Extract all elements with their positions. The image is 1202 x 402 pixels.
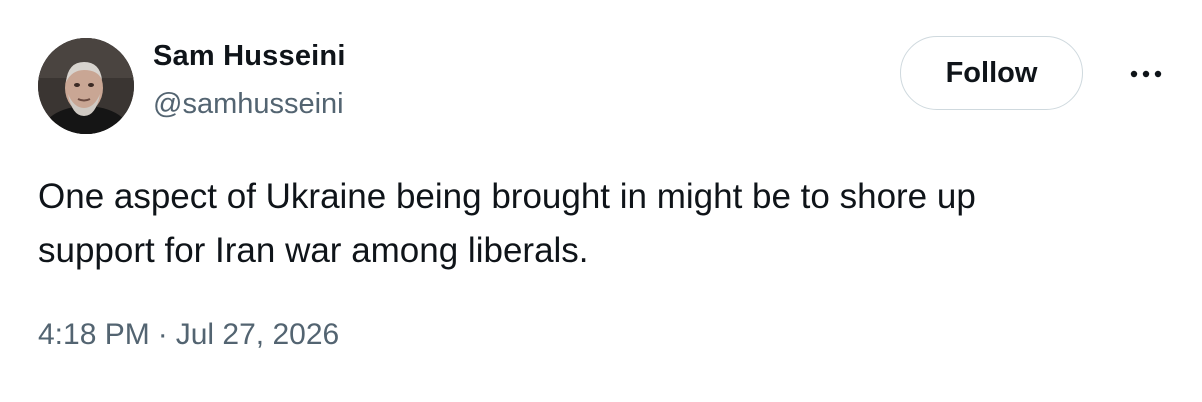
tweet-text: One aspect of Ukraine being brought in m… — [38, 177, 976, 270]
tweet-card: Sam Husseini @samhusseini Follow One asp… — [0, 0, 1202, 402]
meta-separator: · — [157, 318, 168, 351]
author-handle[interactable]: @samhusseini — [153, 88, 344, 121]
author-name[interactable]: Sam Husseini — [153, 40, 346, 73]
follow-button[interactable]: Follow — [900, 36, 1083, 110]
ellipsis-horizontal-icon — [1130, 70, 1162, 78]
tweet-date: Jul 27, 2026 — [175, 318, 340, 351]
tweet-time: 4:18 PM — [38, 318, 150, 351]
profile-photo-icon — [38, 38, 134, 134]
avatar[interactable] — [38, 38, 134, 134]
more-options-button[interactable] — [1124, 58, 1168, 90]
tweet-timestamp[interactable]: 4:18 PM · Jul 27, 2026 — [38, 318, 339, 352]
